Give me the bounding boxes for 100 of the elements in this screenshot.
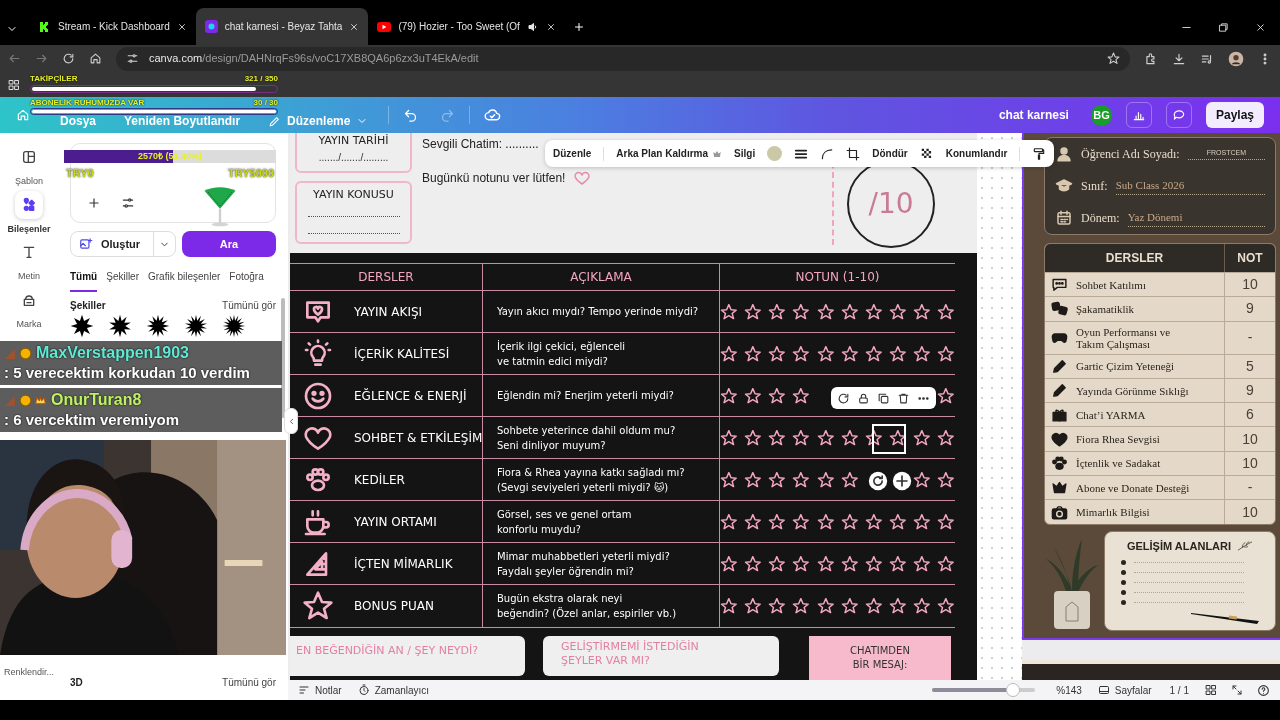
star-icon[interactable] (913, 554, 931, 573)
undo-icon[interactable] (403, 107, 419, 123)
star-icon[interactable] (864, 554, 883, 573)
slider-thumb[interactable] (1005, 683, 1020, 697)
star-icon[interactable] (792, 470, 811, 489)
user-avatar[interactable]: BG (1090, 104, 1112, 126)
star-icon[interactable] (864, 512, 883, 531)
star-icon[interactable] (816, 470, 835, 489)
see-all-link[interactable]: Tümünü gör (222, 675, 276, 690)
trash-icon[interactable] (897, 391, 910, 405)
close-icon[interactable] (545, 21, 556, 32)
selection-frame[interactable] (872, 424, 906, 454)
star-icon[interactable] (937, 597, 956, 615)
copy-icon[interactable] (877, 391, 890, 405)
fullscreen-icon[interactable] (1231, 684, 1243, 696)
star-icon[interactable] (744, 344, 762, 363)
star-icon[interactable] (719, 302, 738, 321)
star-icon[interactable] (889, 428, 907, 447)
star-icon[interactable] (768, 512, 786, 531)
star-icon[interactable] (864, 344, 883, 363)
starburst-shape[interactable] (222, 314, 246, 338)
star-icon[interactable] (840, 554, 859, 573)
toolbar-button[interactable]: Arka Plan Kaldırma (616, 146, 723, 161)
star-icon[interactable] (719, 344, 738, 363)
star-icon[interactable] (768, 554, 786, 573)
download-icon[interactable] (1172, 51, 1186, 66)
see-all-link[interactable]: Tümünü gör (222, 298, 276, 313)
sidebar-item[interactable]: Bileşenler (7, 190, 51, 236)
star-icon[interactable] (816, 597, 835, 615)
toolbar-button[interactable]: Döndür (872, 146, 908, 161)
notes-button[interactable]: Notlar (298, 682, 342, 698)
star-icon[interactable] (816, 512, 835, 531)
refresh-icon[interactable] (837, 391, 850, 405)
rotate-handle-icon[interactable] (868, 471, 888, 491)
star-icon[interactable] (840, 428, 859, 447)
new-tab-icon[interactable] (572, 21, 585, 33)
star-icon[interactable] (792, 428, 811, 447)
star-icon[interactable] (889, 554, 907, 573)
star-icon[interactable] (744, 512, 762, 531)
star-icon[interactable] (937, 512, 956, 531)
help-icon[interactable] (1257, 683, 1270, 697)
paint-roller-icon[interactable] (1032, 146, 1047, 161)
star-icon[interactable] (719, 386, 738, 405)
sidebar-item[interactable]: Renklendir... (4, 666, 54, 680)
panel-tab[interactable]: Grafik bileşenler (148, 269, 221, 292)
star-icon[interactable] (913, 344, 931, 363)
lock-icon[interactable] (857, 391, 870, 405)
browser-tab[interactable]: Stream - Kick Dashboard (30, 8, 196, 45)
star-icon[interactable] (792, 554, 811, 573)
star-icon[interactable] (719, 512, 738, 531)
timer-button[interactable]: Zamanlayıcı (357, 682, 430, 698)
address-bar[interactable]: canva.com/design/DAHNrqFs96s/voC17XB8QA6p6zx3uT4EkA/edit (116, 46, 1130, 71)
forward-icon[interactable] (35, 52, 48, 65)
star-icon[interactable] (816, 302, 835, 321)
profile-avatar-icon[interactable] (1228, 50, 1244, 67)
star-icon[interactable] (719, 428, 738, 447)
close-icon[interactable] (1255, 22, 1266, 33)
toolbar-button[interactable]: Düzenle (553, 146, 592, 161)
toolbar-button[interactable]: Silgi (734, 146, 756, 161)
sidebar-item[interactable]: Şablon (15, 143, 43, 189)
star-icon[interactable] (768, 470, 786, 489)
reload-icon[interactable] (62, 52, 75, 65)
star-icon[interactable] (792, 344, 811, 363)
star-icon[interactable] (792, 597, 811, 615)
sidebar-item[interactable]: Marka (15, 285, 43, 331)
star-icon[interactable] (913, 470, 931, 489)
star-icon[interactable] (744, 554, 762, 573)
color-swatch[interactable] (767, 146, 783, 161)
star-icon[interactable] (792, 386, 811, 405)
star-icon[interactable] (864, 597, 883, 615)
restore-icon[interactable] (1218, 22, 1229, 33)
panel-tab[interactable]: Fotoğra (229, 269, 264, 292)
star-icon[interactable] (840, 344, 859, 363)
star-icon[interactable] (840, 512, 859, 531)
star-icon[interactable] (816, 428, 835, 447)
browser-tab[interactable]: chat karnesi - Beyaz Tahta (195, 8, 369, 45)
star-icon[interactable] (719, 470, 738, 489)
crop-icon[interactable] (846, 146, 861, 161)
starburst-shape[interactable] (108, 314, 132, 338)
move-handle-icon[interactable] (892, 471, 912, 491)
design-title[interactable]: chat karnesi (998, 106, 1069, 124)
star-icon[interactable] (816, 554, 835, 573)
insights-button[interactable] (1125, 102, 1152, 128)
star-icon[interactable] (744, 302, 762, 321)
extensions-icon[interactable] (1144, 51, 1158, 66)
collapse-panel-button[interactable] (284, 408, 298, 434)
star-icon[interactable] (913, 597, 931, 615)
star-icon[interactable] (840, 597, 859, 615)
star-icon[interactable] (768, 344, 786, 363)
star-icon[interactable] (792, 302, 811, 321)
starburst-shape[interactable] (146, 314, 170, 338)
comment-button[interactable] (1165, 102, 1192, 128)
filter-icon[interactable] (121, 196, 135, 210)
star-icon[interactable] (937, 470, 956, 489)
grid-view-icon[interactable] (1205, 684, 1217, 696)
starburst-shape[interactable] (70, 314, 94, 338)
toolbar-button[interactable]: Konumlandır (945, 146, 1008, 161)
browser-tab[interactable]: (79) Hozier - Too Sweet (Of (368, 8, 565, 45)
star-icon[interactable] (792, 512, 811, 531)
curve-icon[interactable] (820, 146, 835, 161)
